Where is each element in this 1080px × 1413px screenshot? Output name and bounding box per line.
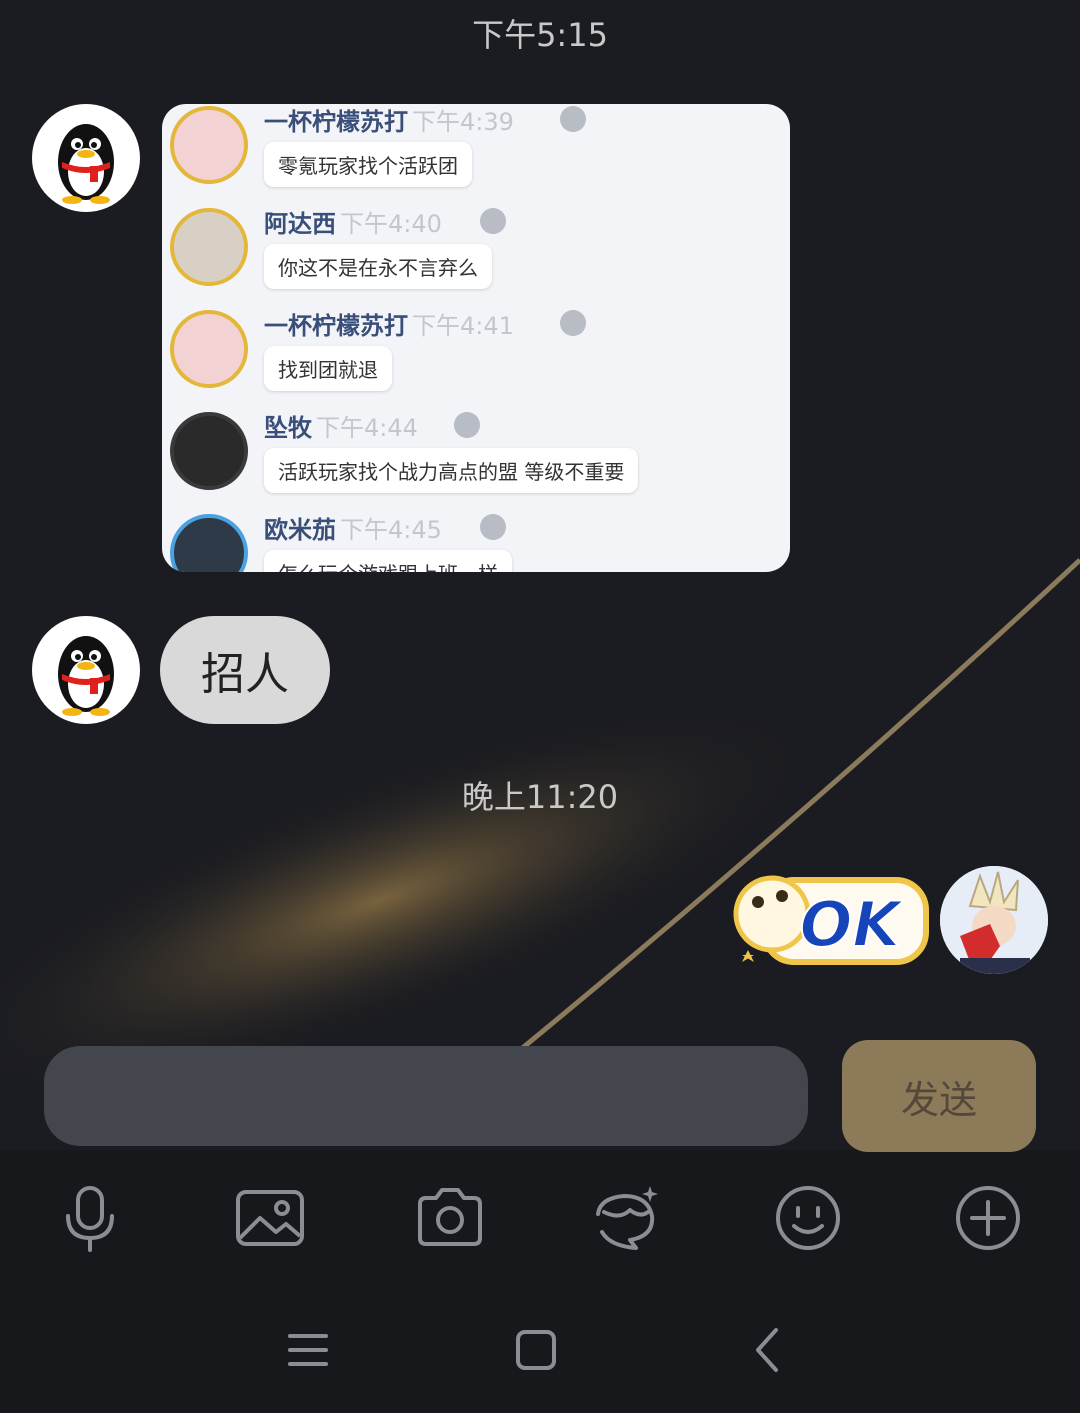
message-bubble: 零氪玩家找个活跃团: [264, 142, 472, 187]
sender-name: 一杯柠檬苏打: [264, 108, 408, 136]
sender-name: 一杯柠檬苏打: [264, 312, 408, 340]
list-item: 阿达西 下午4:40 你这不是在永不言弃么: [162, 194, 790, 296]
sender-name: 欧米茄: [264, 516, 336, 544]
menu-icon[interactable]: [280, 1322, 336, 1378]
lock-icon: [454, 412, 480, 438]
avatar: [170, 412, 248, 490]
back-icon[interactable]: [740, 1322, 796, 1378]
send-button[interactable]: 发送: [842, 1040, 1036, 1152]
message-time: 下午4:40: [340, 210, 442, 238]
image-icon[interactable]: [232, 1180, 308, 1256]
message-bubble: 怎么玩个游戏跟上班一样: [264, 550, 512, 572]
timestamp: 下午5:15: [472, 16, 608, 54]
list-item: 欧米茄下午4:45 怎么玩个游戏跟上班一样: [162, 500, 790, 572]
message-time: 下午4:45: [340, 516, 442, 544]
message-bubble[interactable]: 招人: [160, 616, 330, 724]
screenshot-image[interactable]: 一杯柠檬苏打 下午4:39 零氪玩家找个活跃团 阿达西 下午4:40 你这不是在永不…: [162, 104, 790, 572]
penguin-icon: [58, 124, 114, 204]
ai-assistant-icon[interactable]: [590, 1180, 666, 1256]
message-time: 下午4:41: [412, 312, 514, 340]
sender-avatar[interactable]: [32, 616, 140, 724]
message-bubble: 你这不是在永不言弃么: [264, 244, 492, 289]
my-avatar[interactable]: [940, 866, 1048, 974]
plus-icon[interactable]: [950, 1180, 1026, 1256]
list-item: 坠牧 下午4:44 活跃玩家找个战力高点的盟 等级不重要: [162, 398, 790, 500]
avatar: [170, 514, 248, 572]
message-bubble: 活跃玩家找个战力高点的盟 等级不重要: [264, 448, 639, 493]
avatar: [170, 310, 248, 388]
timestamp: 晚上11:20: [461, 778, 619, 816]
lock-icon: [480, 514, 506, 540]
emoji-icon[interactable]: [770, 1180, 846, 1256]
avatar: [170, 208, 248, 286]
lock-icon: [560, 106, 586, 132]
sticker-text: OK: [800, 888, 905, 961]
message-bubble: 找到团就退: [264, 346, 392, 391]
message-time: 下午4:44: [316, 414, 418, 442]
penguin-icon: [58, 636, 114, 716]
lock-icon: [560, 310, 586, 336]
sender-avatar[interactable]: [32, 104, 140, 212]
camera-icon[interactable]: [412, 1180, 488, 1256]
message-input[interactable]: [44, 1046, 808, 1146]
ok-sticker[interactable]: OK: [728, 862, 932, 974]
sender-name: 阿达西: [264, 210, 336, 238]
list-item: 一杯柠檬苏打 下午4:39 零氪玩家找个活跃团: [162, 104, 790, 194]
anime-avatar-icon: [940, 866, 1048, 974]
sender-name: 坠牧: [264, 414, 312, 442]
list-item: 一杯柠檬苏打 下午4:41 找到团就退: [162, 296, 790, 398]
message-time: 下午4:39: [412, 108, 514, 136]
home-icon[interactable]: [508, 1322, 564, 1378]
microphone-icon[interactable]: [52, 1180, 128, 1256]
avatar: [170, 106, 248, 184]
lock-icon: [480, 208, 506, 234]
